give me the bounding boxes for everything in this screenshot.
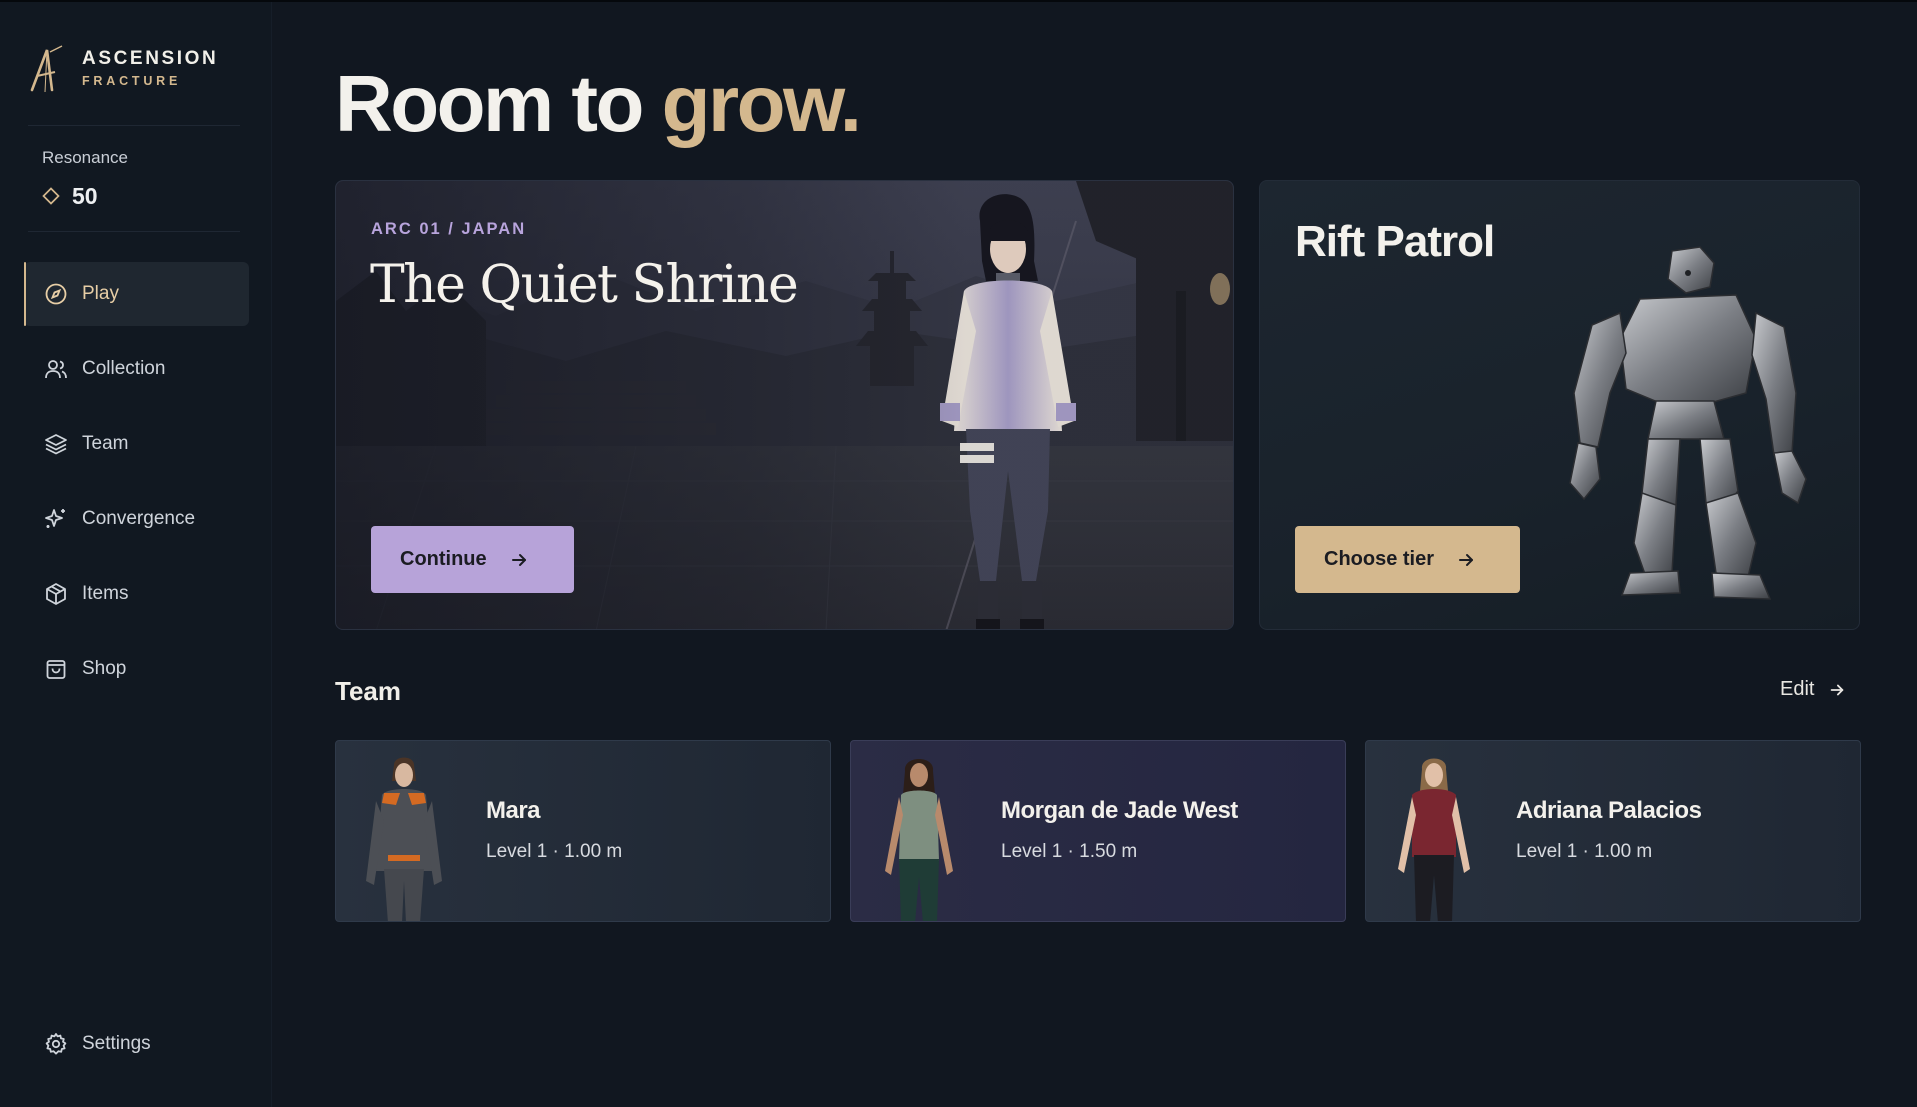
package-icon <box>46 583 66 605</box>
page-title: Room to grow. <box>335 58 862 150</box>
compass-icon <box>45 283 67 305</box>
team-member-card[interactable]: Morgan de Jade West Level 1 · 1.50 m <box>850 740 1346 922</box>
character-portrait <box>885 759 953 921</box>
gear-icon <box>45 1033 67 1055</box>
sidebar-item-label: Convergence <box>82 508 196 529</box>
page-title-accent: grow. <box>661 59 862 148</box>
page-title-main: Room to <box>335 59 644 148</box>
team-member-name: Adriana Palacios <box>1516 797 1702 824</box>
arrow-right-icon <box>511 553 526 566</box>
team-member-name: Mara <box>486 797 541 824</box>
users-icon <box>45 360 67 379</box>
shopping-bag-icon <box>46 660 66 679</box>
sidebar-item-label: Items <box>82 583 129 604</box>
team-member-name: Morgan de Jade West <box>1001 797 1238 824</box>
team-member-card[interactable]: Adriana Palacios Level 1 · 1.00 m <box>1365 740 1861 922</box>
resonance-balance: 50 <box>42 182 98 210</box>
diamond-icon <box>42 187 60 205</box>
sidebar-item-collection[interactable]: Collection <box>24 337 249 401</box>
character-portrait <box>366 757 442 921</box>
sidebar-item-label: Play <box>82 283 119 304</box>
sidebar-item-team[interactable]: Team <box>24 412 249 476</box>
rift-patrol-title: Rift Patrol <box>1295 217 1495 266</box>
brand-logo[interactable]: ASCENSION FRACTURE <box>28 42 238 94</box>
sidebar-item-settings[interactable]: Settings <box>24 1012 249 1076</box>
edit-team-label: Edit <box>1780 678 1815 700</box>
character-portrait <box>1398 758 1470 921</box>
team-member-meta: Level 1 · 1.00 m <box>1516 841 1653 862</box>
sidebar-item-label: Shop <box>82 658 127 679</box>
app-root: ASCENSION FRACTURE Resonance 50 Play Col… <box>0 0 1917 1107</box>
sidebar-item-convergence[interactable]: Convergence <box>24 487 249 551</box>
sidebar-item-label: Collection <box>82 358 166 379</box>
sidebar-item-label: Settings <box>82 1033 151 1054</box>
continue-button-label: Continue <box>400 548 487 570</box>
sidebar-item-play[interactable]: Play <box>24 262 249 326</box>
sidebar-divider <box>28 231 240 232</box>
arc-title: The Quiet Shrine <box>370 255 799 315</box>
choose-tier-button[interactable]: Choose tier <box>1295 526 1520 593</box>
continue-button[interactable]: Continue <box>371 526 574 593</box>
story-arc-card[interactable]: ARC 01 / JAPAN The Quiet Shrine Continue <box>335 180 1234 630</box>
sidebar-item-shop[interactable]: Shop <box>24 637 249 701</box>
robot-illustration <box>1569 246 1807 600</box>
edit-team-link[interactable]: Edit <box>1780 678 1846 701</box>
team-member-meta: Level 1 · 1.50 m <box>1001 841 1138 862</box>
resonance-value: 50 <box>72 182 98 209</box>
arrow-right-icon <box>1831 684 1844 695</box>
sidebar-item-items[interactable]: Items <box>24 562 249 626</box>
arrow-right-icon <box>1459 553 1474 566</box>
layers-icon <box>45 434 67 455</box>
team-member-card[interactable]: Mara Level 1 · 1.00 m <box>335 740 831 922</box>
brand-name: ASCENSION <box>82 48 219 69</box>
team-member-meta: Level 1 · 1.00 m <box>486 841 623 862</box>
sparkles-icon <box>45 509 65 528</box>
sidebar-divider <box>28 125 240 126</box>
sidebar: ASCENSION FRACTURE Resonance 50 Play Col… <box>0 2 272 1107</box>
brand-subtitle: FRACTURE <box>82 74 182 88</box>
rift-patrol-card[interactable]: Rift Patrol Choose tier <box>1259 180 1860 630</box>
team-section-heading: Team <box>335 676 401 706</box>
resonance-label: Resonance <box>42 148 129 167</box>
sidebar-item-label: Team <box>82 433 129 454</box>
ascension-logo-icon <box>30 45 63 93</box>
arc-label: ARC 01 / JAPAN <box>371 220 527 238</box>
choose-tier-button-label: Choose tier <box>1324 548 1435 570</box>
